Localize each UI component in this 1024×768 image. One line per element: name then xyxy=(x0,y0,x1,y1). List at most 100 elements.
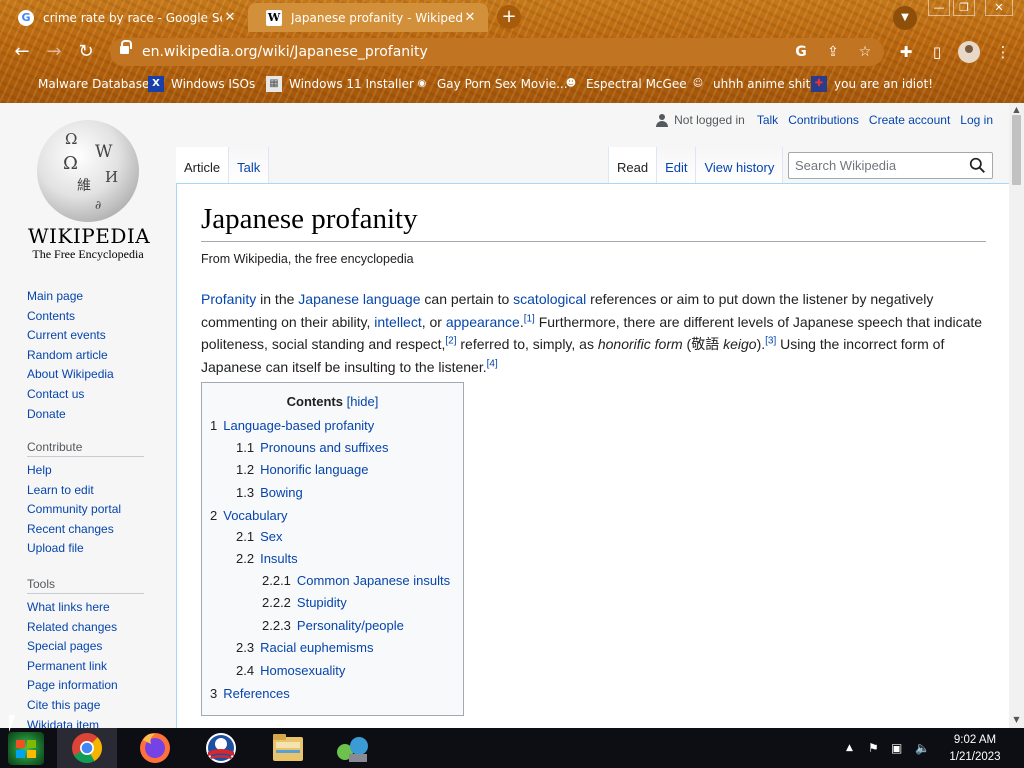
sidebar-item-wikidata-item[interactable]: Wikidata item xyxy=(27,716,144,728)
link-scatological[interactable]: scatological xyxy=(513,291,586,307)
page-scrollbar[interactable]: ▲ ▼ xyxy=(1009,103,1024,728)
wikipedia-logo[interactable]: Ω W Ω 維 И ∂ Wikipedia The Free Encyclope… xyxy=(28,120,150,265)
window-close-button[interactable]: ✕ xyxy=(985,0,1013,16)
link-japanese-language[interactable]: Japanese language xyxy=(298,291,420,307)
toc-entry[interactable]: 2.1 Sex xyxy=(236,529,282,544)
close-tab-icon[interactable]: ✕ xyxy=(222,10,238,25)
toc-entry[interactable]: 2.2.2 Stupidity xyxy=(262,595,347,610)
sidebar-item-donate[interactable]: Donate xyxy=(27,405,114,425)
sidebar-item-contact-us[interactable]: Contact us xyxy=(27,385,114,405)
tab-search-icon[interactable]: ▼ xyxy=(893,6,917,30)
back-icon[interactable]: ← xyxy=(11,41,33,63)
scroll-up-icon[interactable]: ▲ xyxy=(1012,105,1021,114)
bookmark-movie-site[interactable]: ◉ Gay Porn Sex Movie... xyxy=(414,74,568,94)
tab-google-search[interactable]: G crime rate by race - Google Searc ✕ xyxy=(0,3,248,32)
citation-1[interactable]: [1] xyxy=(524,313,535,324)
restore-button[interactable]: ❐ xyxy=(953,0,975,16)
lock-icon[interactable] xyxy=(120,40,132,54)
toc-entry[interactable]: 2.2.3 Personality/people xyxy=(262,618,404,633)
url-text[interactable]: en.wikipedia.org/wiki/Japanese_profanity xyxy=(142,44,428,60)
share-icon[interactable]: ⇪ xyxy=(824,43,842,61)
action-center-flag-icon[interactable]: ⚑ xyxy=(868,740,879,756)
link-intellect[interactable]: intellect xyxy=(374,314,421,330)
sidebar-item-community-portal[interactable]: Community portal xyxy=(27,500,144,520)
sidebar-item-main-page[interactable]: Main page xyxy=(27,287,114,307)
extensions-icon[interactable]: ✚ xyxy=(896,42,916,62)
google-lens-icon[interactable]: G xyxy=(792,43,810,61)
sidebar-item-random-article[interactable]: Random article xyxy=(27,346,114,366)
sidebar-item-current-events[interactable]: Current events xyxy=(27,326,114,346)
bookmark-windows-11-installer[interactable]: ▦ Windows 11 Installer xyxy=(266,74,414,94)
tab-wikipedia[interactable]: W Japanese profanity - Wikipedia ✕ xyxy=(248,3,488,32)
sidebar-item-help[interactable]: Help xyxy=(27,461,144,481)
toc-entry[interactable]: 2.4 Homosexuality xyxy=(236,663,345,678)
sidebar-item-permanent-link[interactable]: Permanent link xyxy=(27,657,144,677)
contributions-link[interactable]: Contributions xyxy=(788,113,859,127)
search-icon[interactable] xyxy=(969,157,986,174)
sidebar-item-about-wikipedia[interactable]: About Wikipedia xyxy=(27,365,114,385)
lead-text: can pertain to xyxy=(420,291,514,307)
sidebar-item-learn-to-edit[interactable]: Learn to edit xyxy=(27,481,144,501)
toc-entry[interactable]: 3 References xyxy=(210,686,290,701)
tab-article[interactable]: Article xyxy=(176,147,230,183)
sidebar-item-related-changes[interactable]: Related changes xyxy=(27,618,144,638)
toc-hide-toggle[interactable]: [hide] xyxy=(347,394,379,409)
side-panel-icon[interactable]: ▯ xyxy=(927,42,947,62)
citation-2[interactable]: [2] xyxy=(445,335,456,346)
toc-entry[interactable]: 1 Language-based profanity xyxy=(210,418,374,433)
volume-icon[interactable]: 🔈 xyxy=(915,740,930,756)
bookmark-you-are-an-idiot[interactable]: ✚ you are an idiot! xyxy=(811,74,933,94)
toc-entry[interactable]: 2.2.1 Common Japanese insults xyxy=(262,573,450,588)
menu-kebab-icon[interactable]: ⋮ xyxy=(993,42,1013,62)
bookmark-malware-database[interactable]: Malware Database xyxy=(15,74,149,94)
chrome-taskbar-button[interactable] xyxy=(57,728,117,768)
start-button[interactable] xyxy=(8,732,44,765)
toc-entry[interactable]: 1.3 Bowing xyxy=(236,485,303,500)
network-icon[interactable]: ▣ xyxy=(891,740,902,756)
forward-icon[interactable]: → xyxy=(43,41,65,63)
obama-taskbar-button[interactable] xyxy=(191,728,251,768)
new-tab-button[interactable]: + xyxy=(497,5,521,29)
sidebar-item-special-pages[interactable]: Special pages xyxy=(27,637,144,657)
reload-icon[interactable]: ↻ xyxy=(75,41,97,63)
toc-entry[interactable]: 1.2 Honorific language xyxy=(236,462,368,477)
bookmark-star-icon[interactable]: ☆ xyxy=(856,43,874,61)
link-profanity[interactable]: Profanity xyxy=(201,291,256,307)
bookmark-espectral-mcgee[interactable]: ☻ Espectral McGee xyxy=(563,74,687,94)
scroll-thumb[interactable] xyxy=(1012,115,1021,185)
tab-view-history[interactable]: View history xyxy=(696,147,784,183)
search-input[interactable] xyxy=(795,158,965,173)
file-explorer-taskbar-button[interactable] xyxy=(258,728,318,768)
sidebar-item-contents[interactable]: Contents xyxy=(27,307,114,327)
address-bar[interactable]: en.wikipedia.org/wiki/Japanese_profanity… xyxy=(110,38,884,66)
tab-talk[interactable]: Talk xyxy=(229,147,270,183)
minimize-button[interactable]: — xyxy=(928,0,950,16)
sidebar-item-what-links-here[interactable]: What links here xyxy=(27,598,144,618)
toc-entry[interactable]: 2.2 Insults xyxy=(236,551,298,566)
link-appearance[interactable]: appearance xyxy=(446,314,520,330)
log-in-link[interactable]: Log in xyxy=(960,113,993,127)
bookmark-windows-isos[interactable]: X Windows ISOs xyxy=(148,74,255,94)
sidebar-item-recent-changes[interactable]: Recent changes xyxy=(27,520,144,540)
sidebar-item-page-information[interactable]: Page information xyxy=(27,676,144,696)
show-hidden-icons-icon[interactable]: ▲ xyxy=(846,740,853,756)
close-tab-icon[interactable]: ✕ xyxy=(462,10,478,25)
toc-entry[interactable]: 1.1 Pronouns and suffixes xyxy=(236,440,388,455)
firefox-taskbar-button[interactable] xyxy=(125,728,185,768)
tab-edit[interactable]: Edit xyxy=(657,147,697,183)
tab-read[interactable]: Read xyxy=(608,147,658,183)
create-account-link[interactable]: Create account xyxy=(869,113,950,127)
scroll-down-icon[interactable]: ▼ xyxy=(1012,715,1021,724)
sidebar-item-cite-this-page[interactable]: Cite this page xyxy=(27,696,144,716)
network-app-taskbar-button[interactable] xyxy=(323,728,383,768)
chrome-icon xyxy=(72,733,103,764)
toc-entry[interactable]: 2.3 Racial euphemisms xyxy=(236,640,374,655)
profile-avatar[interactable] xyxy=(958,41,980,63)
sidebar-item-upload-file[interactable]: Upload file xyxy=(27,539,144,559)
system-clock[interactable]: 9:02 AM 1/21/2023 xyxy=(940,732,1010,766)
toc-entry[interactable]: 2 Vocabulary xyxy=(210,508,288,523)
citation-4[interactable]: [4] xyxy=(487,358,498,369)
bookmark-anime[interactable]: ☺ uhhh anime shit xyxy=(690,74,811,94)
talk-link[interactable]: Talk xyxy=(757,113,778,127)
citation-3[interactable]: [3] xyxy=(765,335,776,346)
